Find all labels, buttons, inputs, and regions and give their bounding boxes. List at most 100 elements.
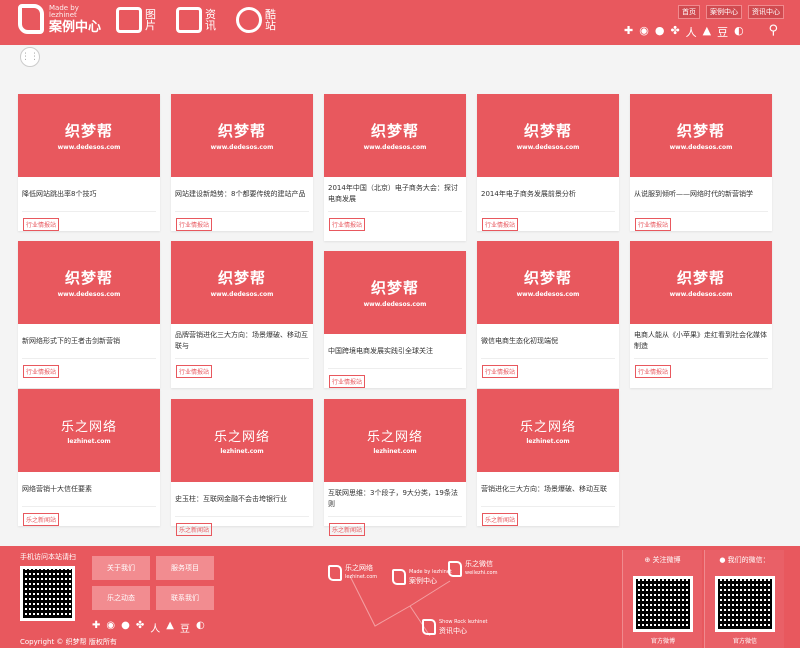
card-thumbnail[interactable]: 织梦帮 www.dedesos.com <box>324 251 466 334</box>
article-card[interactable]: 织梦帮 www.dedesos.com 电商人能从《小苹果》走红看到社会化媒体制造行… <box>630 241 772 388</box>
article-card[interactable]: 织梦帮 www.dedesos.com 微信电商生态化初现端倪行业情报站 <box>477 241 619 388</box>
article-card[interactable]: 织梦帮 www.dedesos.com 网站建设新趋势：8个都要传统的建站产品行业情… <box>171 94 313 231</box>
plus-icon[interactable]: ✚ <box>92 620 100 635</box>
article-card[interactable]: 乐之网络 lezhinet.com 营销进化三大方向：场景爆破、移动互联乐之新闻站 <box>477 389 619 526</box>
card-tag[interactable]: 行业情报站 <box>176 365 213 378</box>
circle-icon[interactable]: ◐ <box>196 620 205 635</box>
link-case-center[interactable]: 案例中心 <box>706 5 742 19</box>
network-lezhi[interactable]: 乐之网络 lezhinet.com <box>328 564 377 582</box>
network-news-center[interactable]: Show Rock lezhinet 资讯中心 <box>422 618 487 636</box>
card-tag[interactable]: 乐之新闻站 <box>482 513 519 526</box>
douban-icon[interactable]: 豆 <box>180 620 190 635</box>
card-thumbnail[interactable]: 乐之网络 lezhinet.com <box>324 399 466 482</box>
card-title[interactable]: 电商人能从《小苹果》走红看到社会化媒体制造 <box>630 324 772 358</box>
card-title[interactable]: 2014年中国（北京）电子商务大会：探讨电商发展 <box>324 177 466 211</box>
card-tag[interactable]: 行业情报站 <box>176 218 213 231</box>
card-title[interactable]: 互联网思维：3个段子，9大分类，19条法则 <box>324 482 466 516</box>
article-card[interactable]: 织梦帮 www.dedesos.com 2014年中国（北京）电子商务大会：探讨电商… <box>324 94 466 241</box>
site-logo[interactable]: Made by lezhinet 案例中心 <box>18 4 101 34</box>
wechat-icon[interactable]: ● <box>121 620 130 635</box>
weibo-title[interactable]: 关注微博 <box>653 556 681 564</box>
article-card[interactable]: 乐之网络 lezhinet.com 史玉柱：互联网金融不会击垮银行业乐之新闻站 <box>171 399 313 536</box>
a-icon[interactable]: ▲ <box>166 620 174 635</box>
clover-icon[interactable]: ✤ <box>670 24 679 40</box>
article-card[interactable]: 乐之网络 lezhinet.com 互联网思维：3个段子，9大分类，19条法则乐之新… <box>324 399 466 536</box>
renren-icon[interactable]: 人 <box>150 620 160 635</box>
card-title[interactable]: 降低网站跳出率8个技巧 <box>18 177 160 211</box>
card-tag[interactable]: 行业情报站 <box>23 218 60 231</box>
clover-icon[interactable]: ✤ <box>136 620 144 635</box>
card-thumbnail[interactable]: 织梦帮 www.dedesos.com <box>18 241 160 324</box>
card-tag[interactable]: 行业情报站 <box>482 365 519 378</box>
news-button[interactable]: 乐之动态 <box>92 586 150 610</box>
network-case-center[interactable]: Made by lezhinet 案例中心 <box>392 568 452 586</box>
card-thumbnail[interactable]: 乐之网络 lezhinet.com <box>171 399 313 482</box>
card-thumbnail[interactable]: 织梦帮 www.dedesos.com <box>630 241 772 324</box>
card-thumbnail[interactable]: 织梦帮 www.dedesos.com <box>477 94 619 177</box>
a-icon[interactable]: ▲ <box>703 24 711 40</box>
card-tag[interactable]: 乐之新闻站 <box>176 523 213 536</box>
card-thumbnail[interactable]: 织梦帮 www.dedesos.com <box>18 94 160 177</box>
card-divider <box>328 516 462 517</box>
about-us-button[interactable]: 关于我们 <box>92 556 150 580</box>
contact-button[interactable]: 联系我们 <box>156 586 214 610</box>
article-card[interactable]: 织梦帮 www.dedesos.com 新网络形式下的王者击剑新营销行业情报站 <box>18 241 160 388</box>
circle-icon[interactable]: ◐ <box>734 24 744 40</box>
card-title[interactable]: 新网络形式下的王者击剑新营销 <box>18 324 160 358</box>
card-thumbnail[interactable]: 织梦帮 www.dedesos.com <box>630 94 772 177</box>
article-card[interactable]: 乐之网络 lezhinet.com 网络营销十大信任要素乐之新闻站 <box>18 389 160 526</box>
card-title[interactable]: 2014年电子商务发展前景分析 <box>477 177 619 211</box>
article-card[interactable]: 织梦帮 www.dedesos.com 降低网站跳出率8个技巧行业情报站 <box>18 94 160 231</box>
link-home[interactable]: 首页 <box>678 5 700 19</box>
card-title[interactable]: 品牌营销进化三大方向：场景爆破、移动互联与 <box>171 324 313 358</box>
card-tag[interactable]: 行业情报站 <box>23 365 60 378</box>
renren-icon[interactable]: 人 <box>686 24 697 40</box>
plus-icon[interactable]: ✚ <box>624 24 633 40</box>
card-title[interactable]: 微信电商生态化初现端倪 <box>477 324 619 358</box>
card-thumbnail[interactable]: 织梦帮 www.dedesos.com <box>171 94 313 177</box>
card-tag[interactable]: 乐之新闻站 <box>23 513 60 526</box>
wechat-icon[interactable]: ● <box>655 24 665 40</box>
card-tag[interactable]: 行业情报站 <box>635 218 672 231</box>
nav-item-cool-sites[interactable]: 酷站 <box>230 1 276 39</box>
card-thumbnail[interactable]: 织梦帮 www.dedesos.com <box>324 94 466 177</box>
weibo-icon[interactable]: ◉ <box>106 620 115 635</box>
card-title[interactable]: 从说服到倾听——网络时代的新营销学 <box>630 177 772 211</box>
card-thumbnail[interactable]: 乐之网络 lezhinet.com <box>477 389 619 472</box>
card-thumbnail[interactable]: 织梦帮 www.dedesos.com <box>171 241 313 324</box>
thumb-brand-title: 乐之网络 <box>519 420 576 435</box>
card-divider <box>634 211 768 212</box>
thumb-brand-url: lezhinet.com <box>526 438 570 445</box>
article-card[interactable]: 织梦帮 www.dedesos.com 从说服到倾听——网络时代的新营销学行业情报站 <box>630 94 772 231</box>
logo-maker: lezhinet <box>49 10 77 19</box>
card-divider <box>175 211 309 212</box>
card-thumbnail[interactable]: 乐之网络 lezhinet.com <box>18 389 160 472</box>
card-title[interactable]: 史玉柱：互联网金融不会击垮银行业 <box>171 482 313 516</box>
network-wechat[interactable]: 乐之微信 weilezhi.com <box>448 560 497 578</box>
card-thumbnail[interactable]: 织梦帮 www.dedesos.com <box>477 241 619 324</box>
card-tag[interactable]: 行业情报站 <box>635 365 672 378</box>
card-title[interactable]: 中国跨境电商发展实践引全球关注 <box>324 334 466 368</box>
thumb-brand-url: www.dedesos.com <box>210 291 274 298</box>
card-tag[interactable]: 行业情报站 <box>329 375 366 388</box>
grid-menu-button[interactable]: ⋮⋮ <box>20 47 40 67</box>
article-card[interactable]: 织梦帮 www.dedesos.com 品牌营销进化三大方向：场景爆破、移动互联与行… <box>171 241 313 388</box>
card-title[interactable]: 网络营销十大信任要素 <box>18 472 160 506</box>
nav-item-news[interactable]: 资讯 <box>176 7 216 33</box>
nav-item-images[interactable]: 图片 <box>116 7 156 33</box>
services-button[interactable]: 服务项目 <box>156 556 214 580</box>
douban-icon[interactable]: 豆 <box>717 24 728 40</box>
card-tag[interactable]: 乐之新闻站 <box>329 523 366 536</box>
card-tag[interactable]: 行业情报站 <box>329 218 366 231</box>
search-icon[interactable]: ⚲ <box>768 23 778 38</box>
card-title[interactable]: 网站建设新趋势：8个都要传统的建站产品 <box>171 177 313 211</box>
card-divider <box>481 358 615 359</box>
article-card[interactable]: 织梦帮 www.dedesos.com 中国跨境电商发展实践引全球关注行业情报站 <box>324 251 466 388</box>
weibo-icon[interactable]: ◉ <box>639 24 649 40</box>
link-news-center[interactable]: 资讯中心 <box>748 5 784 19</box>
card-title[interactable]: 营销进化三大方向：场景爆破、移动互联 <box>477 472 619 506</box>
thumb-brand-title: 乐之网络 <box>366 430 423 445</box>
weibo-box: ⊕ 关注微博 官方微博 <box>622 550 702 648</box>
card-tag[interactable]: 行业情报站 <box>482 218 519 231</box>
article-card[interactable]: 织梦帮 www.dedesos.com 2014年电子商务发展前景分析行业情报站 <box>477 94 619 231</box>
